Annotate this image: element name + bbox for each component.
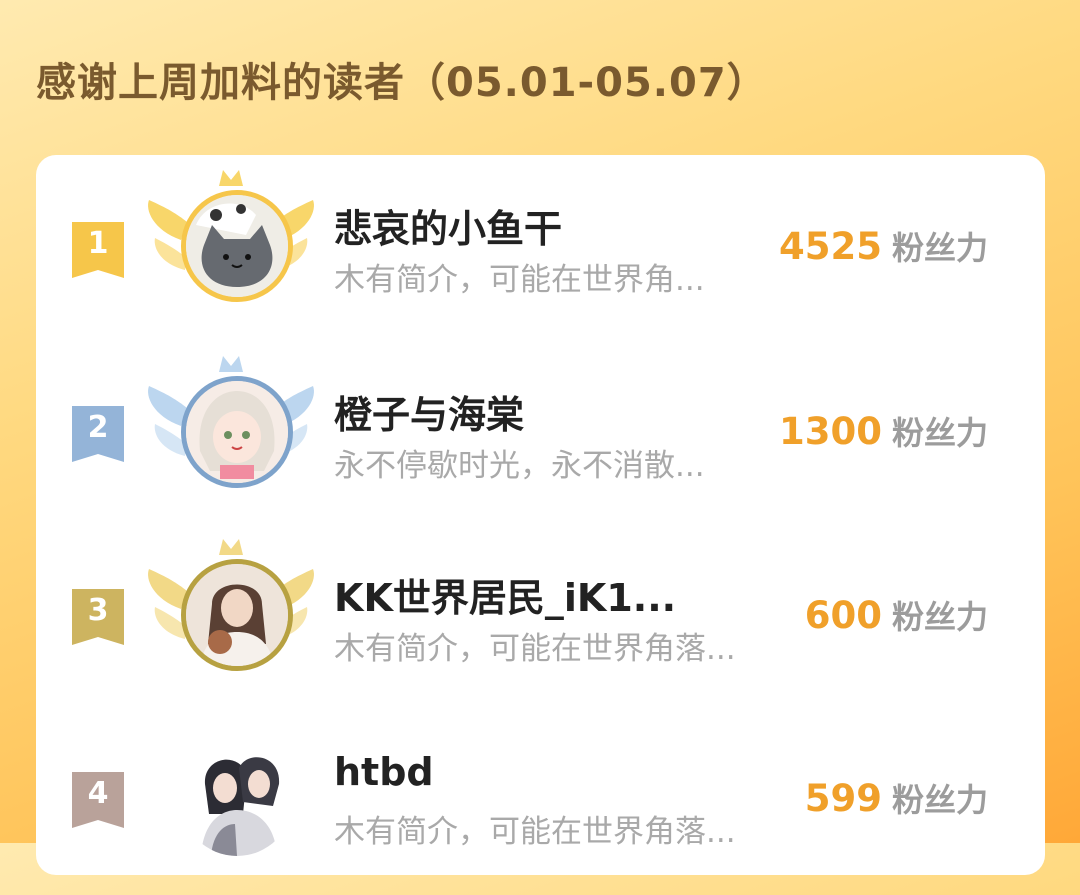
couple-illustration-avatar-icon	[181, 744, 293, 856]
fan-power-value: 600	[804, 594, 882, 637]
fan-power-unit: 粉丝力	[891, 781, 988, 819]
list-item[interactable]: 1 悲哀的小鱼干 木有简介，可能在世界角... 4525 粉丝力	[36, 155, 1045, 340]
avatar[interactable]	[141, 160, 321, 330]
reader-name[interactable]: KK世界居民_iK1...	[334, 567, 676, 622]
fan-power: 599 粉丝力	[805, 775, 988, 821]
fan-power: 600 粉丝力	[805, 592, 988, 638]
rank-badge: 4	[72, 772, 124, 828]
reader-bio: 永不停歇时光，永不消散...	[334, 448, 705, 484]
reader-name[interactable]: 橙子与海棠	[334, 384, 524, 439]
rank-badge: 3	[72, 589, 124, 645]
fan-power-unit: 粉丝力	[891, 598, 988, 636]
reader-bio: 木有简介，可能在世界角落...	[334, 631, 736, 667]
avatar[interactable]	[141, 346, 321, 516]
page-title: 感谢上周加料的读者（05.01-05.07）	[36, 60, 768, 106]
fan-power-value: 599	[804, 777, 882, 820]
list-item[interactable]: 2 橙子与海棠 永不停歇时光，永不消散... 1300 粉丝力	[36, 340, 1045, 525]
reader-name[interactable]: 悲哀的小鱼干	[334, 198, 562, 253]
fan-power-value: 4525	[779, 225, 882, 268]
girl-photo-avatar-icon	[181, 559, 293, 671]
reader-bio: 木有简介，可能在世界角落...	[334, 814, 736, 850]
list-item[interactable]: 4 htbd 木有简介，可能在世界角落... 599 粉丝力	[36, 710, 1045, 895]
rank-badge: 1	[72, 222, 124, 278]
fan-power-value: 1300	[779, 410, 882, 453]
rank-badge: 2	[72, 406, 124, 462]
list-item[interactable]: 3 KK世界居民_iK1... 木有简介，可能在世界角落... 600 粉丝力	[36, 525, 1045, 710]
reader-ranking-list: 1 悲哀的小鱼干 木有简介，可能在世界角... 4525 粉丝力 2 橙子与海棠…	[36, 155, 1045, 875]
avatar[interactable]	[141, 714, 321, 884]
fan-power-unit: 粉丝力	[891, 229, 988, 267]
anime-girl-avatar-icon	[181, 376, 293, 488]
avatar[interactable]	[141, 529, 321, 699]
reader-bio: 木有简介，可能在世界角...	[334, 262, 705, 298]
fan-power: 1300 粉丝力	[779, 408, 988, 454]
fan-power: 4525 粉丝力	[779, 223, 988, 269]
reader-name[interactable]: htbd	[334, 750, 434, 794]
fan-power-unit: 粉丝力	[891, 414, 988, 452]
gray-cat-avatar-icon	[181, 190, 293, 302]
